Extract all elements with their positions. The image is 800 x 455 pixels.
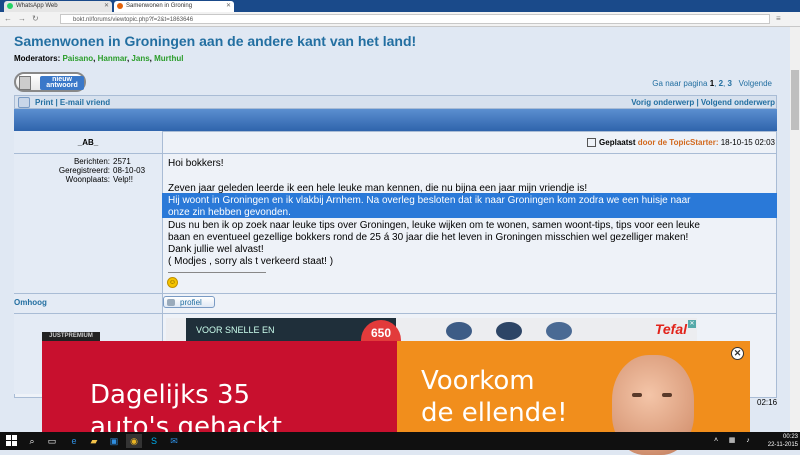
post-line: Zeven jaar geleden leerde ik een hele le… [168,183,588,194]
topic-title[interactable]: Samenwonen in Groningen aan de andere ka… [14,33,416,49]
back-icon[interactable]: ← [4,14,12,24]
ad-headline-1: Dagelijks 35 [90,380,251,410]
new-reply-button[interactable]: nieuw antwoord [14,72,86,92]
product-image [496,322,522,340]
post-line: Dus nu ben ik op zoek naar leuke tips ov… [168,220,700,231]
divider [14,293,777,294]
close-tab-icon[interactable]: ✕ [226,1,231,12]
table-header-band [14,109,777,131]
close-ad-icon[interactable]: ✕ [731,347,744,360]
post-line: Hoi bokkers! [168,158,224,169]
whatsapp-icon [7,3,13,9]
search-icon[interactable]: ⌕ [24,434,40,448]
clipped-post-time: 02:16 [757,398,778,407]
signature-divider [168,272,266,273]
post-line: Hij woont in Groningen en ik vlakbij Arn… [168,195,691,206]
skype-icon[interactable]: S [146,434,162,448]
reload-icon[interactable]: ↻ [32,14,39,24]
stat-label: Geregistreerd: [58,166,110,175]
post-line: baan en eventueel gezellige bokkers rond… [168,232,689,243]
moderator-link[interactable]: Hanmar [98,54,127,63]
ad-info-icon[interactable]: ✕ [688,320,696,328]
tray-up-icon[interactable]: ˄ [708,434,724,448]
moderators-line: Moderators: Paisano, Hanmar, Jans, Murth… [14,54,184,63]
pagination: Ga naar pagina 1, 2, 3 Volgende [652,79,772,88]
ad-headline-4: de ellende! [421,398,568,428]
tab-whatsapp[interactable]: WhatsApp Web ✕ [4,1,112,12]
page-link[interactable]: 2 [719,79,723,88]
tefal-logo: Tefal [654,321,687,337]
store-icon[interactable]: ▣ [106,434,122,448]
url-field[interactable]: bokt.nl/forums/viewtopic.php?f=2&t=18636… [60,14,770,24]
smiley-icon: ☺ [167,277,178,288]
menu-icon[interactable]: ≡ [776,14,781,24]
divider [14,313,777,314]
author-name[interactable]: _AB_ [14,138,162,147]
posted-info: Geplaatst door de TopicStarter: 18-10-15… [587,138,775,148]
windows-start-icon[interactable] [6,435,18,447]
mail-icon[interactable]: ✉ [166,434,182,448]
stat-value: 2571 [113,157,131,166]
clock[interactable]: 00:23 22-11-2015 [766,433,798,449]
product-image [446,322,472,340]
network-icon[interactable]: ▦ [724,434,740,448]
page-link[interactable]: 3 [728,79,732,88]
profile-icon [167,299,175,306]
forward-icon[interactable]: → [18,14,26,24]
stat-value: Velp!! [113,175,134,184]
prev-topic-link[interactable]: Vorig onderwerp [631,98,694,107]
post-line: onze zin hebben gevonden. [168,207,291,218]
ad-headline-2: auto's gehackt [90,412,282,432]
banner-ad[interactable]: VOOR SNELLE EN 650 Tefal [166,318,697,342]
print-links: Print | E-mail vriend [35,98,111,107]
post-icon [587,138,597,148]
chrome-icon[interactable]: ◉ [126,434,142,448]
stat-label: Woonplaats: [65,175,110,184]
ad-left-panel[interactable]: Dagelijks 35 auto's gehackt [42,341,397,432]
bokt-icon [117,3,123,9]
close-tab-icon[interactable]: ✕ [104,1,109,12]
printer-icon [18,97,30,108]
moderator-link[interactable]: Paisano [62,54,93,63]
profile-button[interactable]: profiel [163,296,215,308]
moderator-link[interactable]: Jans [131,54,149,63]
page-current: 1 [709,79,715,88]
stat-value: 08-10-03 [113,166,146,175]
next-topic-link[interactable]: Volgend onderwerp [701,98,775,107]
post-line: Dank jullie wel alvast! [168,244,264,255]
ad-headline-3: Voorkom [421,366,535,396]
product-image [546,322,572,340]
scrollbar-thumb[interactable] [791,70,799,130]
tab-samenwonen[interactable]: Samenwonen in Groning ✕ [114,1,234,12]
divider [14,153,777,154]
topic-nav: Vorig onderwerp | Volgend onderwerp [631,98,775,107]
up-link[interactable]: Omhoog [14,298,47,307]
file-explorer-icon[interactable]: ▰ [86,434,102,448]
task-view-icon[interactable]: ▭ [44,434,60,448]
ad-right-panel[interactable]: Voorkom de ellende! [397,341,750,432]
print-link[interactable]: Print [35,98,53,107]
edge-icon[interactable]: e [66,434,82,448]
email-friend-link[interactable]: E-mail vriend [60,98,110,107]
stat-label: Berichten: [73,157,110,166]
next-page-link[interactable]: Volgende [739,79,772,88]
volume-icon[interactable]: ♪ [740,434,756,448]
pencil-paper-icon [19,76,31,90]
justpremium-tag: JUSTPREMIUM [42,332,100,341]
moderator-link[interactable]: Murthul [154,54,183,63]
post-line: ( Modjes , sorry als t verkeerd staat! ) [168,256,334,267]
